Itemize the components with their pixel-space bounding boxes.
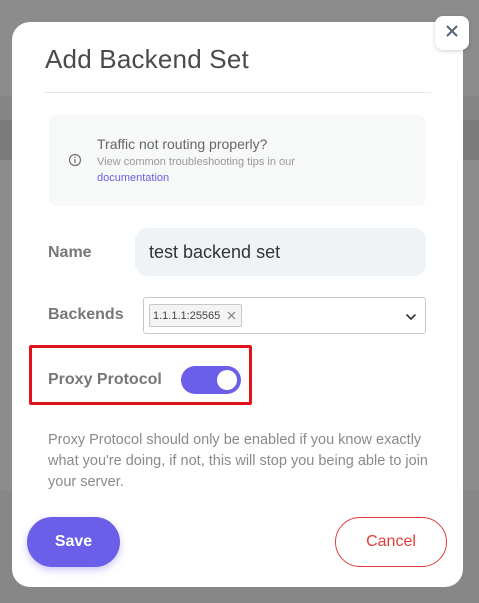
close-icon: [446, 24, 458, 42]
save-button[interactable]: Save: [27, 517, 120, 567]
modal-title: Add Backend Set: [45, 44, 249, 74]
name-label: Name: [48, 244, 92, 261]
toggle-knob: [217, 370, 237, 390]
selected-backend-chip: 1.1.1.1:25565: [149, 304, 243, 327]
remove-chip-icon[interactable]: [226, 311, 236, 321]
add-backend-set-modal: Add Backend Set Traffic not routing prop…: [12, 22, 463, 587]
name-input[interactable]: [135, 228, 426, 276]
backend-chip-label: 1.1.1.1:25565: [153, 309, 221, 322]
title-divider: [45, 92, 431, 93]
callout-subtext: View common troubleshooting tips in our: [97, 156, 295, 168]
chevron-down-icon[interactable]: [405, 310, 417, 322]
backends-select[interactable]: 1.1.1.1:25565: [143, 297, 426, 334]
proxy-protocol-label: Proxy Protocol: [48, 371, 162, 388]
backends-label: Backends: [48, 306, 124, 323]
documentation-link[interactable]: documentation: [97, 172, 169, 184]
close-button[interactable]: [435, 16, 469, 50]
callout-heading: Traffic not routing properly?: [97, 136, 268, 152]
troubleshooting-callout: Traffic not routing properly? View commo…: [49, 115, 426, 206]
cancel-button[interactable]: Cancel: [335, 517, 447, 567]
info-icon: [68, 153, 82, 167]
proxy-protocol-toggle[interactable]: [181, 366, 241, 394]
proxy-protocol-warning: Proxy Protocol should only be enabled if…: [48, 432, 428, 490]
